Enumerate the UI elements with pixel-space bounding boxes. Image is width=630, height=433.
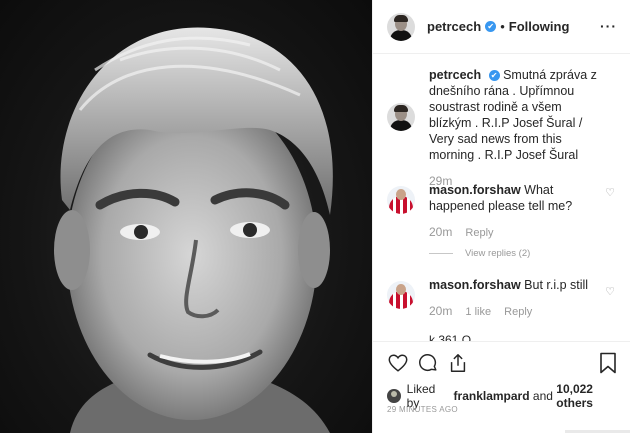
action-icons xyxy=(387,352,469,374)
author-username[interactable]: petrcech xyxy=(427,19,481,34)
following-button[interactable]: Following xyxy=(509,19,570,34)
view-replies-label: View replies (2) xyxy=(465,248,531,259)
caption-username[interactable]: petrcech xyxy=(429,68,481,82)
post-header: petrcech ✔ • Following ··· xyxy=(373,0,630,54)
portrait-illustration xyxy=(54,27,333,433)
post-side-panel: petrcech ✔ • Following ··· petrcech ✔ Sm… xyxy=(372,0,630,433)
post-photo[interactable] xyxy=(0,0,372,433)
comment-username[interactable]: mason.forshaw xyxy=(429,183,521,197)
verified-badge-icon: ✔ xyxy=(485,21,497,32)
bookmark-icon xyxy=(600,352,616,374)
likes-others[interactable]: 10,022 others xyxy=(556,382,630,410)
liker-username[interactable]: franklampard xyxy=(454,389,530,403)
more-options-icon[interactable]: ··· xyxy=(600,18,617,34)
instagram-post: petrcech ✔ • Following ··· petrcech ✔ Sm… xyxy=(0,0,630,433)
comment-like-heart-icon[interactable]: ♡ xyxy=(605,186,615,199)
comment-text: But r.i.p still xyxy=(524,278,589,292)
partial-comment: k 361 O xyxy=(429,333,472,341)
view-replies-button[interactable]: View replies (2) xyxy=(429,248,530,259)
comment-item: mason.forshaw What happened please tell … xyxy=(387,182,623,241)
comment-like-count[interactable]: 1 like xyxy=(465,306,491,318)
caption-comment: petrcech ✔ Smutná zpráva z dnešního rána… xyxy=(387,67,623,190)
verified-badge-icon: ✔ xyxy=(488,70,500,81)
post-actions: Liked by franklampard and 10,022 others … xyxy=(373,341,630,433)
comment-item: mason.forshaw But r.i.p still 20m 1 like… xyxy=(387,277,623,320)
caption-text: Smutná zpráva z dnešního rána . Upřímnou… xyxy=(429,68,597,162)
comment-body: mason.forshaw But r.i.p still 20m 1 like… xyxy=(429,277,605,320)
author-avatar[interactable] xyxy=(387,12,415,41)
heart-icon[interactable] xyxy=(387,352,409,374)
comment-time[interactable]: 20m xyxy=(429,225,452,239)
comment-meta: 20m Reply xyxy=(429,224,605,241)
header-separator: • xyxy=(500,19,505,34)
post-timestamp[interactable]: 29 MINUTES AGO xyxy=(387,405,458,414)
share-icon[interactable] xyxy=(447,352,469,374)
reply-button[interactable]: Reply xyxy=(504,306,532,318)
comment-meta: 20m 1 like Reply xyxy=(429,303,605,320)
save-button[interactable] xyxy=(599,352,617,379)
reply-button[interactable]: Reply xyxy=(465,227,493,239)
replies-divider xyxy=(429,253,453,254)
comment-like-heart-icon[interactable]: ♡ xyxy=(605,285,615,298)
liker-avatar xyxy=(387,389,401,403)
comments-list[interactable]: petrcech ✔ Smutná zpráva z dnešního rána… xyxy=(373,55,630,341)
comment-time[interactable]: 20m xyxy=(429,304,452,318)
comment-body: mason.forshaw What happened please tell … xyxy=(429,182,605,241)
caption-body: petrcech ✔ Smutná zpráva z dnešního rána… xyxy=(429,67,605,190)
commenter-avatar[interactable] xyxy=(387,281,415,309)
comment-username[interactable]: mason.forshaw xyxy=(429,278,521,292)
likes-conj: and xyxy=(532,389,553,403)
comment-icon[interactable] xyxy=(417,352,439,374)
caption-avatar[interactable] xyxy=(387,103,415,131)
commenter-avatar[interactable] xyxy=(387,186,415,214)
